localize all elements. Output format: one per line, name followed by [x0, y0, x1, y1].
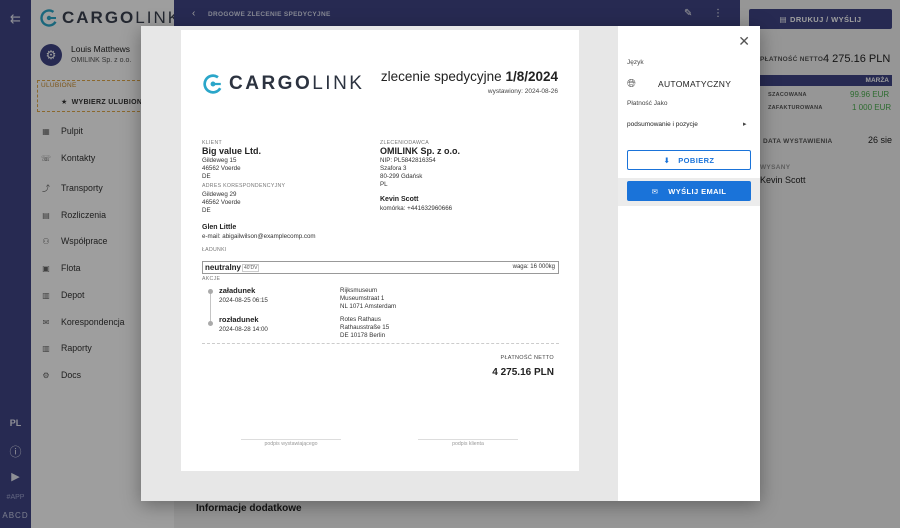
client-street: Gildeweg 15 [202, 157, 237, 164]
contact-name: Kevin Scott [380, 196, 419, 203]
cargo-label: ŁADUNKI [202, 247, 227, 253]
unload-place: Rotes Rathaus [340, 316, 381, 323]
unload-date: 2024-08-28 14:00 [219, 326, 268, 333]
cargo-container-tag: 40'DV [242, 264, 260, 272]
unload-street: Rathausstraße 15 [340, 324, 390, 331]
load-date: 2024-08-25 06:15 [219, 297, 268, 304]
document-logo: CARGOLINK [203, 73, 364, 95]
signature-client: podpis klienta [452, 441, 484, 447]
actions-label: AKCJE [202, 276, 221, 282]
correspondence-country: DE [202, 207, 211, 214]
orderer-country: PL [380, 181, 388, 188]
divider [202, 343, 559, 344]
print-options: ✕ Język 🌐︎ AUTOMATYCZNY Płatność Jako po… [618, 26, 760, 501]
send-email-button[interactable]: ✉ WYŚLIJ EMAIL [627, 181, 751, 201]
timeline-dot-load [208, 289, 213, 294]
orderer-city: 80-299 Gdańsk [380, 173, 423, 180]
signature-line-client [418, 439, 518, 440]
client-city: 46562 Voerde [202, 165, 241, 172]
orderer-nip: NIP: PL5842816354 [380, 157, 436, 164]
document-net-label: PŁATNOŚĆ NETTO [500, 355, 554, 361]
cargo-weight: waga: 16 000kg [512, 264, 555, 270]
correspondence-label: ADRES KORESPONDENCYJNY [202, 183, 286, 189]
unload-label: rozładunek [219, 315, 259, 324]
document-title: zlecenie spedycyjne 1/8/2024 [380, 69, 558, 84]
orderer-name: OMILINK Sp. z o.o. [380, 146, 460, 156]
client-name: Big value Ltd. [202, 146, 262, 156]
orderer-street: Szafora 3 [380, 165, 407, 172]
load-city: NL 1071 Amsterdam [340, 303, 397, 310]
print-modal: CARGOLINK zlecenie spedycyjne 1/8/2024 w… [141, 26, 760, 501]
document-issued: wystawiony: 2024-08-26 [487, 88, 558, 95]
payment-label: Płatność Jako [627, 100, 668, 107]
timeline-dot-unload [208, 321, 213, 326]
document-brand: CARGOLINK [229, 73, 365, 94]
contact-phone: komórka: +441632960666 [380, 205, 453, 212]
correspondence-city: 46562 Voerde [202, 199, 241, 206]
document-page: CARGOLINK zlecenie spedycyjne 1/8/2024 w… [181, 30, 579, 471]
load-label: załadunek [219, 286, 256, 295]
download-button[interactable]: ⬇ POBIERZ [627, 150, 751, 170]
signature-issuer: podpis wystawiającego [264, 441, 318, 447]
mail-icon: ✉ [651, 186, 659, 196]
load-place: Rijksmuseum [340, 287, 378, 294]
person-name: Glen Little [202, 224, 237, 231]
chevron-right-icon[interactable]: ▸ [743, 120, 747, 128]
language-select[interactable]: AUTOMATYCZNY [658, 79, 731, 89]
person-email: e-mail: abigailwilson@examplecomp.com [202, 233, 316, 240]
route-timeline [210, 291, 211, 324]
document-preview: CARGOLINK zlecenie spedycyjne 1/8/2024 w… [141, 26, 618, 501]
cargolink-logo-icon [203, 74, 223, 94]
signature-line-issuer [241, 439, 341, 440]
payment-select[interactable]: podsumowanie i pozycje [627, 121, 698, 128]
load-street: Museumstraat 1 [340, 295, 385, 302]
unload-city: DE 10178 Berlin [340, 332, 386, 339]
language-label: Język [627, 59, 644, 66]
correspondence-street: Gildeweg 29 [202, 191, 237, 198]
globe-icon: 🌐︎ [627, 78, 636, 90]
download-icon: ⬇ [663, 155, 671, 165]
close-icon[interactable]: ✕ [738, 33, 750, 50]
cargo-name: neutralny [205, 263, 242, 272]
client-country: DE [202, 173, 211, 180]
document-net-value: 4 275.16 PLN [492, 367, 554, 378]
cargo-row: neutralny 40'DV waga: 16 000kg [202, 261, 559, 274]
